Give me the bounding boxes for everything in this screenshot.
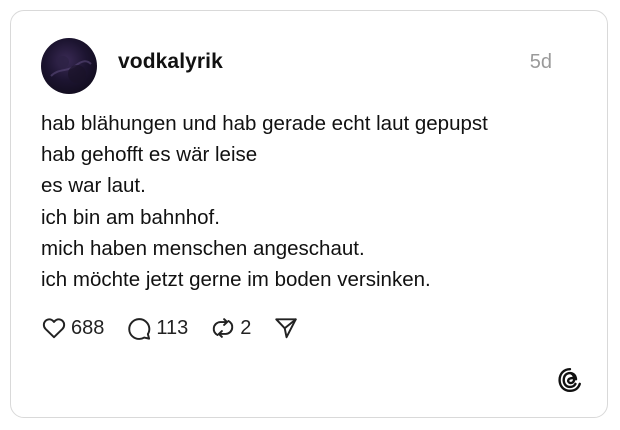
post-text-line: ich möchte jetzt gerne im boden versinke… bbox=[41, 268, 431, 292]
post-text-line: es war laut. bbox=[41, 174, 146, 198]
reply-count: 113 bbox=[156, 316, 189, 339]
post-text-line: hab gehofft es wär leise bbox=[41, 143, 258, 167]
like-count: 688 bbox=[71, 316, 105, 339]
threads-logo-icon[interactable] bbox=[557, 367, 583, 393]
post-card: vodkalyrik 5d hab blähungen und hab gera… bbox=[10, 10, 608, 418]
share-button[interactable] bbox=[273, 315, 299, 341]
post-timestamp: 5d bbox=[529, 51, 552, 73]
username[interactable]: vodkalyrik bbox=[118, 50, 223, 74]
avatar[interactable] bbox=[41, 38, 97, 94]
post-text-line: hab blähungen und hab gerade echt laut g… bbox=[41, 112, 488, 135]
action-bar: 688 113 2 bbox=[41, 312, 321, 344]
like-button[interactable]: 688 bbox=[41, 315, 104, 341]
post-text-line: ich bin am bahnhof. bbox=[41, 205, 220, 229]
post-text-line: mich haben menschen angeschaut. bbox=[41, 236, 365, 260]
repost-arrows-icon bbox=[210, 315, 236, 341]
post-text: hab blähungen und hab gerade echt laut g… bbox=[41, 108, 581, 295]
speech-bubble-icon bbox=[126, 315, 152, 341]
repost-button[interactable]: 2 bbox=[210, 315, 251, 341]
reply-button[interactable]: 113 bbox=[126, 315, 188, 341]
repost-count: 2 bbox=[240, 316, 252, 339]
heart-icon bbox=[41, 315, 67, 341]
send-icon bbox=[273, 315, 299, 341]
